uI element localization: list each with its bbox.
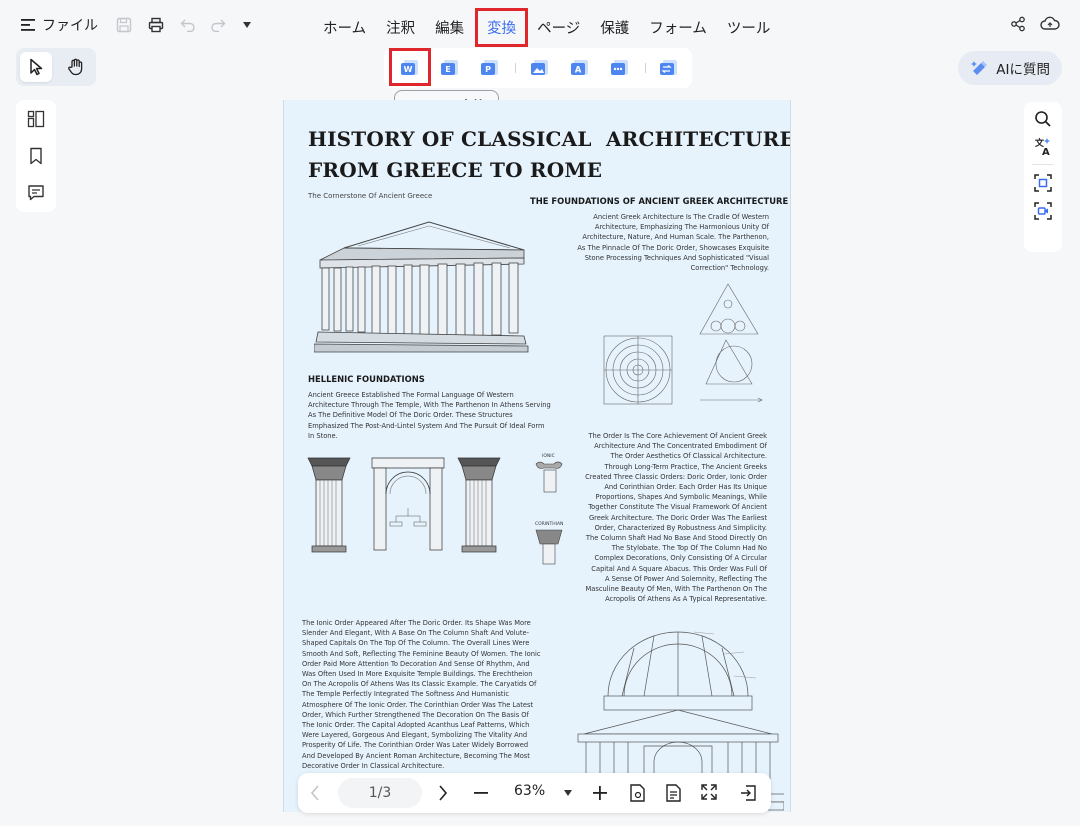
- geometry-diagrams: [603, 283, 763, 405]
- cursor-tool-group: [16, 48, 96, 86]
- document-page: HISTORY OF CLASSICAL ARCHITECTURE: FROM …: [283, 100, 791, 812]
- top-right-actions: [1010, 16, 1060, 32]
- select-tool-button[interactable]: [20, 52, 52, 82]
- screenshot-icon[interactable]: [1033, 173, 1053, 193]
- text-file-icon: A: [571, 60, 588, 76]
- page-view-icon: [630, 784, 645, 802]
- bookmark-icon[interactable]: [28, 147, 44, 165]
- top-toolbar: ファイル ホーム 注釈 編集 変換 ページ 保護 フォーム ツール: [0, 0, 1080, 52]
- convert-to-text-button[interactable]: A: [568, 57, 592, 79]
- share-icon[interactable]: [1010, 16, 1026, 32]
- zoom-in-button[interactable]: [593, 786, 607, 800]
- word-button-highlight: [389, 48, 431, 86]
- undo-icon[interactable]: [180, 18, 196, 32]
- tab-page[interactable]: ページ: [528, 8, 589, 47]
- zoom-level[interactable]: 63%: [514, 783, 545, 799]
- previous-page-button[interactable]: [310, 785, 320, 801]
- menu-icon: [21, 19, 35, 31]
- thumbnails-icon[interactable]: [27, 110, 45, 128]
- hand-tool-button[interactable]: [60, 52, 92, 82]
- sidebar-divider: [1032, 164, 1054, 165]
- save-icon[interactable]: [116, 17, 132, 33]
- tab-edit[interactable]: 編集: [426, 8, 473, 47]
- chevron-left-icon: [310, 785, 319, 801]
- convert-to-ppt-button[interactable]: P: [478, 57, 502, 79]
- cursor-arrow-icon: [30, 58, 43, 76]
- expand-icon: [701, 784, 717, 800]
- tab-convert[interactable]: 変換: [475, 8, 529, 47]
- exit-view-button[interactable]: [738, 783, 758, 803]
- minus-icon: [474, 792, 488, 794]
- caret-down-icon: [564, 790, 572, 796]
- print-icon[interactable]: [148, 17, 164, 33]
- tab-form[interactable]: フォーム: [640, 8, 716, 47]
- sign-out-icon: [741, 785, 756, 801]
- excel-file-icon: E: [441, 60, 458, 75]
- plus-icon: [593, 786, 607, 800]
- zoom-out-button[interactable]: [474, 792, 488, 794]
- document-subtitle: The Cornerstone Of Ancient Greece: [308, 192, 433, 200]
- tab-tools[interactable]: ツール: [718, 8, 780, 47]
- convert-more-button[interactable]: [608, 57, 632, 79]
- section-paragraph: Ancient Greek Architecture Is The Cradle…: [577, 213, 769, 273]
- section-paragraph: Ancient Greece Established The Formal La…: [308, 391, 551, 440]
- toolbar-divider: [645, 63, 646, 73]
- next-page-button[interactable]: [438, 785, 448, 801]
- section-heading: THE FOUNDATIONS OF ANCIENT GREEK ARCHITE…: [530, 196, 789, 206]
- file-menu[interactable]: ファイル: [20, 15, 98, 35]
- redo-icon[interactable]: [210, 18, 226, 32]
- ai-sparkle-icon: [971, 61, 988, 75]
- page-indicator[interactable]: 1/3: [338, 778, 422, 808]
- hand-icon: [68, 58, 83, 76]
- translate-icon[interactable]: 文A: [1033, 136, 1053, 156]
- svg-text:E: E: [445, 65, 450, 74]
- section-heading: HELLENIC FOUNDATIONS: [308, 374, 425, 384]
- page-mode-button[interactable]: [664, 783, 684, 803]
- section-paragraph: The Order Is The Core Achievement Of Anc…: [585, 432, 767, 604]
- page-navigation-bar: 1/3 63%: [298, 773, 771, 813]
- svg-text:A: A: [1042, 147, 1050, 156]
- document-lines-icon: [666, 784, 681, 802]
- fullscreen-button[interactable]: [700, 783, 718, 801]
- tab-protect[interactable]: 保護: [591, 8, 638, 47]
- cloud-icon[interactable]: [1040, 16, 1060, 32]
- toolbar-divider: [515, 63, 516, 73]
- dropdown-arrow-icon[interactable]: [242, 21, 252, 29]
- corinthian-capital-icon: [535, 529, 563, 565]
- parthenon-illustration: [314, 221, 529, 353]
- classical-orders-illustration: [307, 457, 501, 553]
- ask-ai-label: AIに質問: [996, 62, 1050, 78]
- convert-to-excel-button[interactable]: E: [438, 57, 462, 79]
- svg-text:A: A: [575, 66, 582, 76]
- screen-record-icon[interactable]: [1033, 201, 1053, 221]
- batch-convert-icon: [660, 60, 677, 75]
- tab-annotate[interactable]: 注釈: [377, 8, 424, 47]
- svg-text:P: P: [485, 65, 491, 74]
- convert-to-image-button[interactable]: [528, 57, 552, 79]
- chevron-right-icon: [439, 785, 448, 801]
- section-paragraph: The Ionic Order Appeared After The Doric…: [302, 619, 541, 770]
- image-file-icon: [531, 60, 548, 75]
- fit-page-button[interactable]: [628, 783, 648, 803]
- left-sidebar: [16, 100, 56, 212]
- ppt-file-icon: P: [481, 60, 498, 75]
- tab-home[interactable]: ホーム: [314, 8, 375, 47]
- more-formats-icon: [611, 60, 628, 75]
- ionic-capital-icon: [535, 461, 563, 493]
- zoom-dropdown-button[interactable]: [564, 790, 572, 796]
- quick-access: ファイル: [20, 15, 252, 35]
- ask-ai-button[interactable]: AIに質問: [958, 51, 1062, 85]
- comment-icon[interactable]: [27, 184, 45, 202]
- document-title: HISTORY OF CLASSICAL ARCHITECTURE: FROM …: [308, 127, 791, 182]
- batch-convert-button[interactable]: [657, 57, 681, 79]
- main-menu-tabs: ホーム 注釈 編集 変換 ページ 保護 フォーム ツール: [314, 8, 781, 47]
- right-sidebar: 文A: [1024, 102, 1062, 252]
- search-icon[interactable]: [1034, 110, 1052, 128]
- file-menu-label: ファイル: [42, 18, 98, 34]
